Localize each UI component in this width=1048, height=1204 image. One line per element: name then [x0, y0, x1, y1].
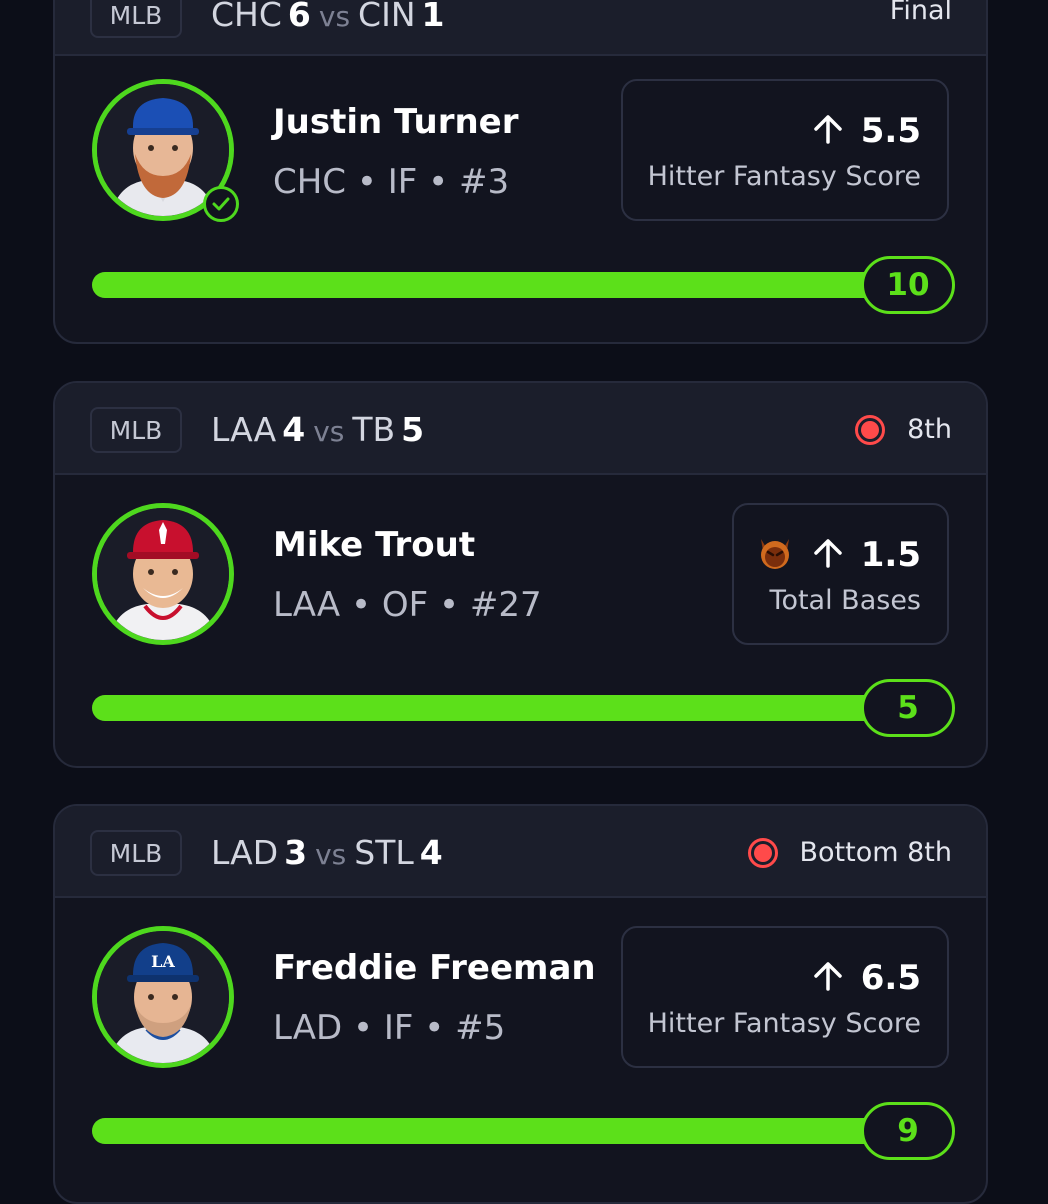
game-status: 8th	[855, 407, 952, 453]
arrow-up-icon	[811, 112, 845, 150]
vs-label: vs	[313, 415, 345, 448]
player-name: Mike Trout	[273, 525, 476, 565]
projection-label: Hitter Fantasy Score	[647, 161, 921, 192]
live-indicator-icon	[855, 415, 886, 445]
home-team: TB	[352, 410, 396, 449]
arrow-up-icon	[811, 536, 845, 574]
away-score: 3	[284, 833, 308, 872]
game-status: Final	[890, 0, 952, 34]
game-status-label: Final	[889, 0, 952, 26]
game-header: MLB CHC 6 vs CIN 1 Final	[55, 0, 986, 56]
player-meta: LAD • IF • #5	[273, 1008, 506, 1048]
game-matchup: LAA 4 vs TB 5	[211, 407, 424, 453]
verified-check-icon	[203, 186, 239, 222]
player-photo-icon: LA	[97, 931, 229, 1063]
away-team: CHC	[211, 0, 282, 34]
progress-fill	[92, 1118, 902, 1144]
projection-value: 5.5	[860, 111, 921, 151]
demon-emoji-icon	[755, 533, 795, 577]
projection-value: 6.5	[860, 958, 921, 998]
projection-box: 6.5 Hitter Fantasy Score	[621, 926, 949, 1068]
game-status-label: Bottom 8th	[799, 837, 953, 868]
player-meta: CHC • IF • #3	[273, 162, 510, 202]
player-name: Justin Turner	[273, 102, 519, 142]
game-header: MLB LAA 4 vs TB 5 8th	[55, 383, 986, 475]
away-score: 4	[282, 410, 306, 449]
home-score: 5	[401, 410, 425, 449]
game-header: MLB LAD 3 vs STL 4 Bottom 8th	[55, 806, 986, 898]
projection-box: 5.5 Hitter Fantasy Score	[621, 79, 949, 221]
live-indicator-icon	[747, 838, 778, 868]
svg-text:LA: LA	[151, 952, 175, 971]
projection-label: Total Bases	[769, 585, 921, 616]
game-matchup: LAD 3 vs STL 4	[211, 830, 443, 876]
progress-fill	[92, 272, 902, 298]
progress-bar	[92, 272, 902, 298]
vs-label: vs	[318, 0, 351, 33]
player-name: Freddie Freeman	[273, 948, 596, 988]
away-score: 6	[287, 0, 311, 34]
progress-count: 5	[861, 679, 955, 737]
pick-card[interactable]: MLB LAA 4 vs TB 5 8th Mike Trout LAA • O…	[53, 381, 988, 768]
game-status: Bottom 8th	[747, 830, 953, 876]
progress-count: 10	[861, 256, 955, 314]
progress-bar	[92, 695, 902, 721]
arrow-up-icon	[811, 959, 845, 997]
projection-value: 1.5	[860, 535, 921, 575]
pick-card[interactable]: MLB CHC 6 vs CIN 1 Final Justin Turner C…	[53, 0, 988, 344]
home-score: 4	[419, 833, 443, 872]
away-team: LAA	[211, 410, 277, 449]
vs-label: vs	[315, 838, 347, 871]
home-team: CIN	[358, 0, 416, 34]
pick-card[interactable]: MLB LAD 3 vs STL 4 Bottom 8th LA Freddie…	[53, 804, 988, 1204]
player-avatar	[92, 79, 239, 222]
league-badge: MLB	[90, 0, 182, 38]
player-avatar	[92, 503, 234, 645]
home-score: 1	[421, 0, 445, 34]
game-status-label: 8th	[907, 414, 952, 445]
league-badge: MLB	[90, 830, 182, 876]
game-matchup: CHC 6 vs CIN 1	[211, 0, 444, 38]
progress-bar	[92, 1118, 902, 1144]
progress-fill	[92, 695, 902, 721]
progress-count: 9	[861, 1102, 955, 1160]
player-avatar: LA	[92, 926, 234, 1068]
league-badge: MLB	[90, 407, 182, 453]
projection-label: Hitter Fantasy Score	[647, 1008, 921, 1039]
player-meta: LAA • OF • #27	[273, 585, 542, 625]
projection-box: 1.5 Total Bases	[732, 503, 949, 645]
away-team: LAD	[211, 833, 279, 872]
player-photo-icon	[97, 508, 229, 640]
home-team: STL	[354, 833, 414, 872]
